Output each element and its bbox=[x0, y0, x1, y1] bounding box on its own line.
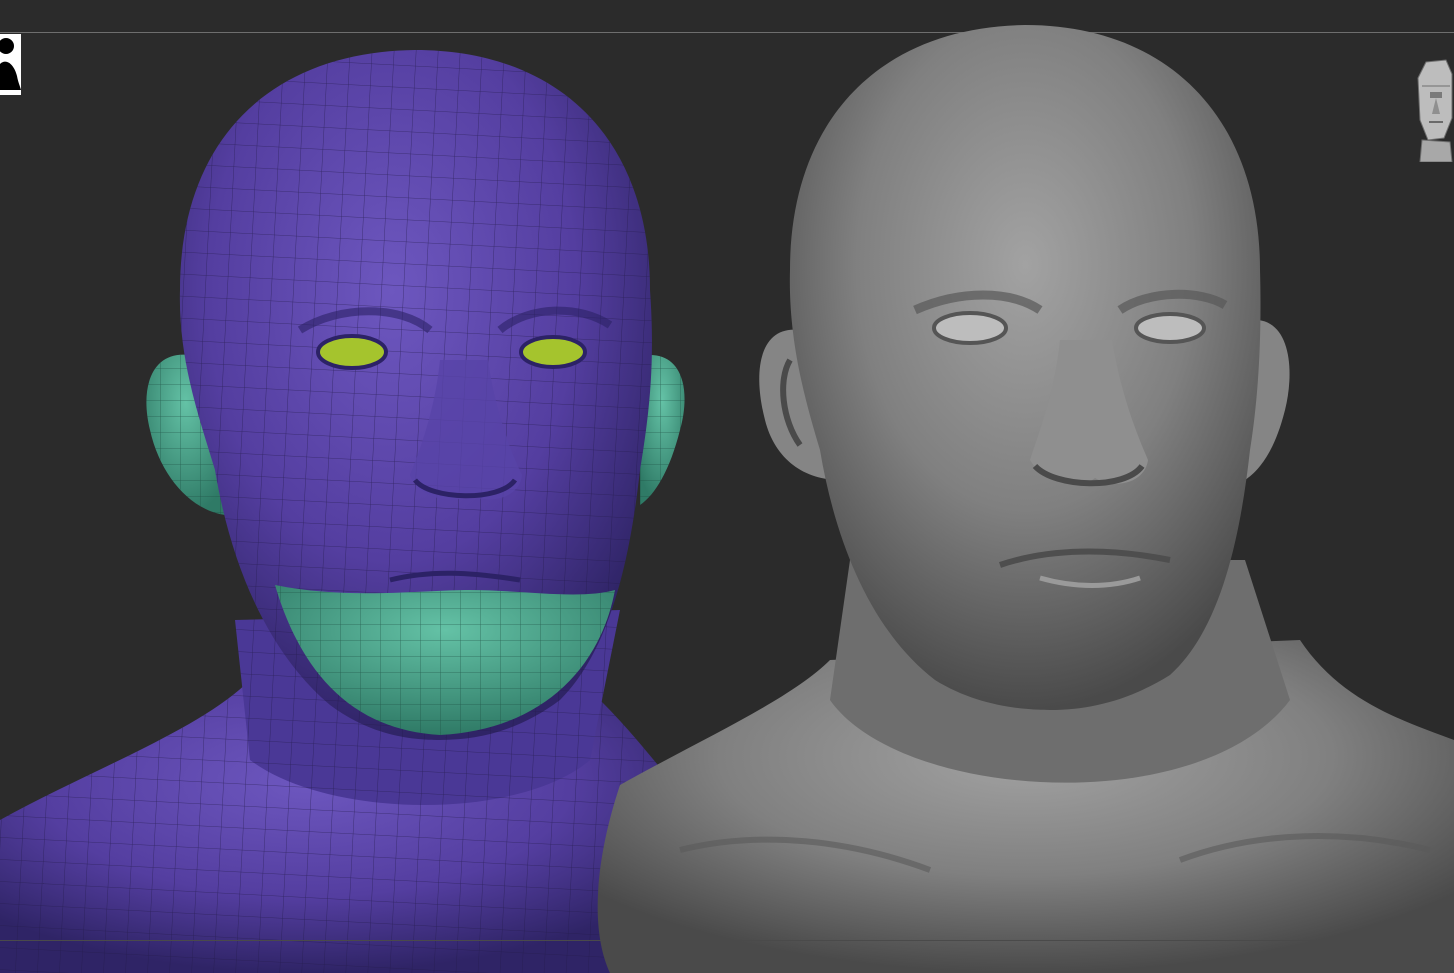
model-scene[interactable] bbox=[0, 0, 1454, 973]
polygroup-head[interactable] bbox=[0, 50, 685, 973]
head-navigation-cube-icon[interactable] bbox=[1414, 58, 1454, 163]
user-silhouette-icon[interactable] bbox=[0, 34, 21, 95]
sculpted-head[interactable] bbox=[597, 25, 1454, 973]
bottom-divider bbox=[0, 940, 1454, 941]
zbrush-canvas[interactable] bbox=[0, 0, 1454, 973]
